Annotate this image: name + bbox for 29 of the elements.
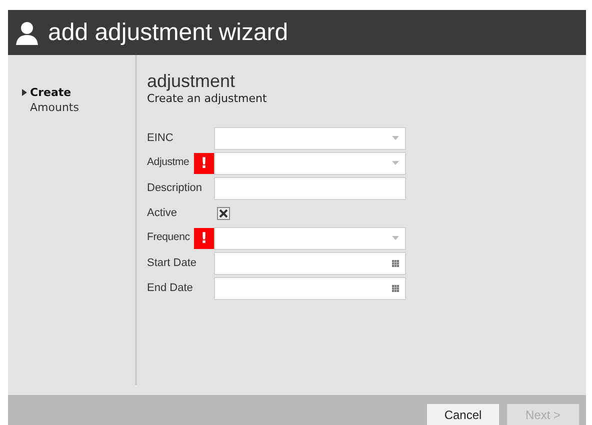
field-label: EINC: [147, 130, 174, 146]
window-title: add adjustment wizard: [48, 18, 288, 48]
section-subtitle: Create an adjustment: [147, 91, 268, 107]
field-label: Frequenc: [147, 230, 191, 246]
field-label: Adjustme: [147, 155, 190, 170]
cancel-button[interactable]: Cancel: [427, 404, 499, 425]
field-label: Description: [147, 180, 204, 196]
dropdown-field[interactable]: [214, 152, 406, 174]
calendar-icon: [392, 260, 399, 266]
field-label: End Date: [147, 280, 194, 296]
text-field[interactable]: [214, 176, 406, 200]
checkbox[interactable]: [217, 206, 230, 220]
calendar-icon: [392, 284, 399, 292]
dropdown-field[interactable]: [214, 126, 406, 150]
dropdown-arrow-icon: [392, 161, 399, 165]
step-item[interactable]: Amounts: [30, 100, 79, 115]
step-item[interactable]: Create: [30, 85, 72, 100]
user-icon: [16, 20, 38, 44]
field-label: Start Date: [147, 256, 198, 271]
caret-icon: [22, 89, 27, 96]
dropdown-arrow-icon: [392, 136, 399, 140]
section-title: adjustment: [147, 71, 236, 91]
field-label: Active: [147, 206, 178, 221]
dropdown-field[interactable]: [214, 226, 406, 250]
dropdown-arrow-icon: [392, 236, 399, 240]
error-marker: !: [194, 228, 214, 248]
error-marker: !: [194, 152, 214, 174]
date-field[interactable]: [214, 252, 406, 274]
date-field[interactable]: [214, 276, 406, 300]
